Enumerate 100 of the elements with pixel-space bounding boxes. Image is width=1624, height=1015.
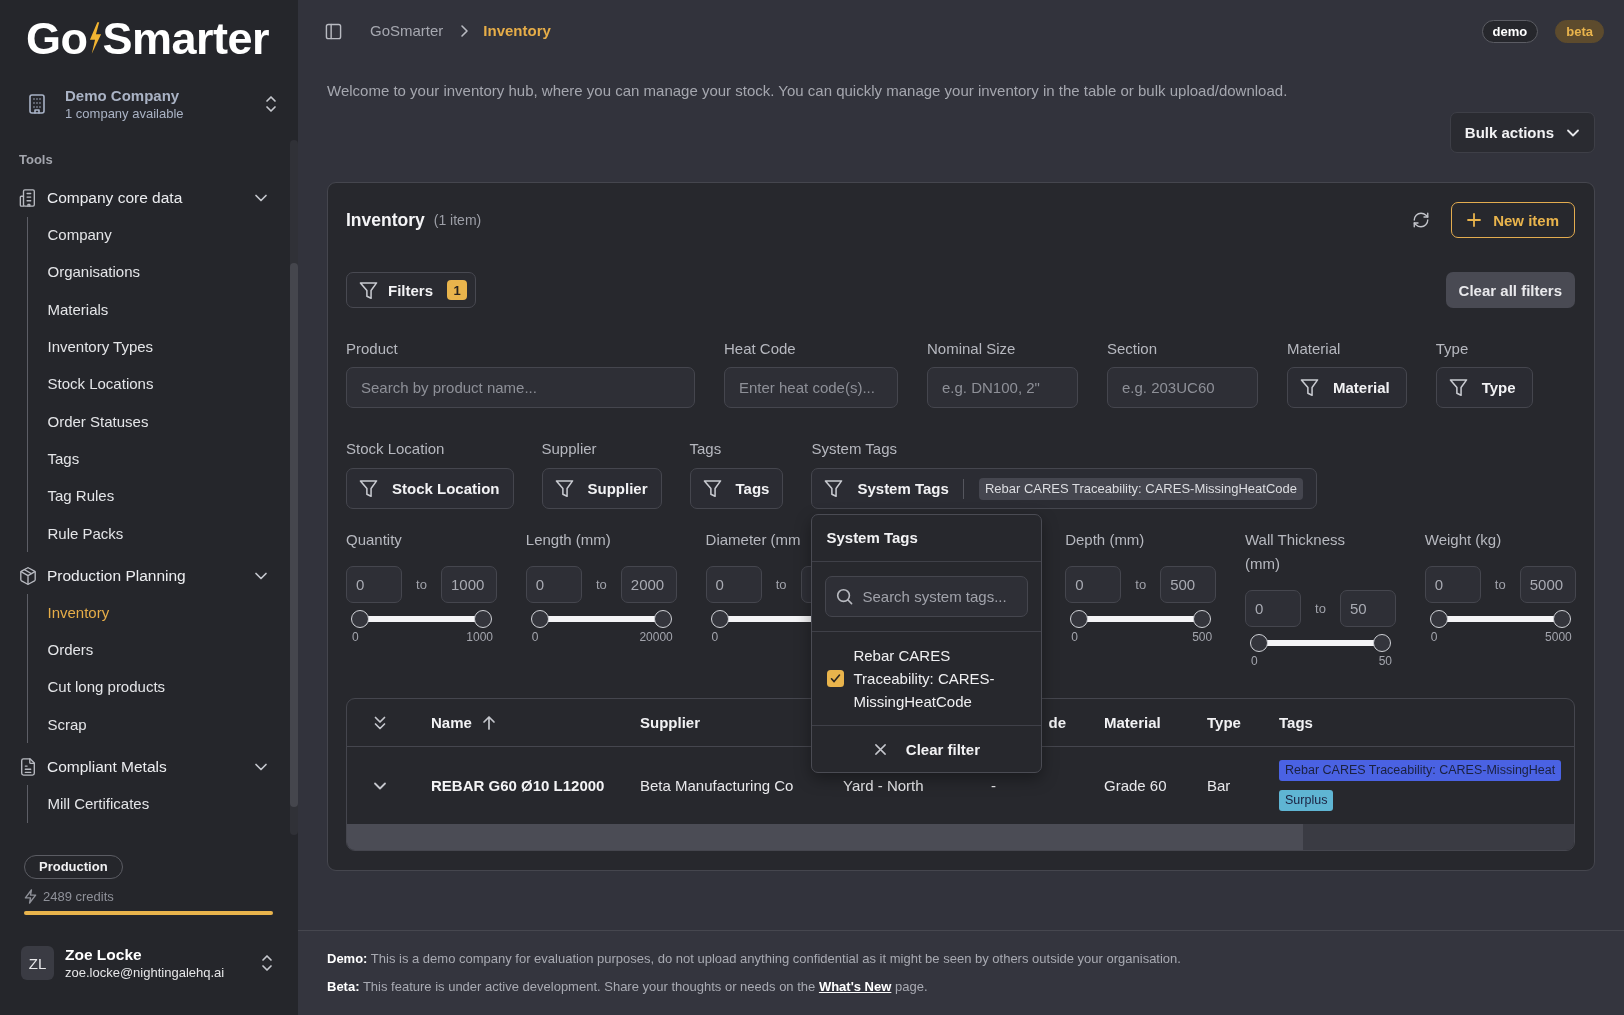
table-cell: REBAR G60 Ø10 L12000: [431, 777, 605, 794]
nav-item[interactable]: Cut long products: [47, 677, 166, 698]
text-field[interactable]: e.g. DN100, 2": [927, 367, 1078, 408]
slider-handle[interactable]: [710, 610, 729, 628]
range-max-field[interactable]: 5000: [1519, 566, 1576, 603]
slider-min-label: 0: [1251, 654, 1258, 668]
text-field[interactable]: Enter heat code(s)...: [724, 367, 898, 408]
clear-filter-button[interactable]: Clear filter: [812, 726, 1042, 772]
bulk-actions-button[interactable]: Bulk actions: [1449, 112, 1595, 153]
slider-handle[interactable]: [1070, 610, 1089, 628]
slider-handle[interactable]: [530, 610, 549, 628]
double-chevron-down-icon[interactable]: [373, 714, 387, 731]
filter-dropdown[interactable]: Stock Location: [346, 468, 514, 509]
nav-group-label[interactable]: Compliant Metals: [47, 756, 167, 777]
nav-item[interactable]: Order Statuses: [47, 411, 149, 432]
slider-handle[interactable]: [653, 610, 672, 628]
range-label: Wall Thickness (mm): [1245, 530, 1346, 574]
table-cell: Beta Manufacturing Co: [640, 777, 794, 794]
table-cell: Grade 60: [1104, 777, 1167, 794]
filter-label: Product: [346, 340, 398, 358]
filter-label: Stock Location: [346, 440, 445, 458]
range-separator: to: [1135, 577, 1147, 592]
nav-item[interactable]: Tag Rules: [47, 486, 115, 507]
horizontal-scrollbar[interactable]: [347, 824, 1574, 850]
chevrons-up-down-icon[interactable]: [261, 954, 273, 972]
nav-item[interactable]: Rule Packs: [47, 523, 124, 544]
range-max-field[interactable]: 50: [1340, 590, 1396, 627]
cube-icon: [19, 566, 37, 585]
slider-handle[interactable]: [474, 610, 492, 628]
new-item-button[interactable]: New item: [1451, 202, 1575, 238]
slider-handle[interactable]: [351, 610, 369, 628]
range-max-field[interactable]: 2000: [620, 566, 677, 603]
demo-notice: Demo: This is a demo company for evaluation purposes, do not upload anything confidential as it might be seen by others outside your organisation.: [327, 950, 1182, 968]
nav-item[interactable]: Orders: [47, 640, 94, 661]
nav-item[interactable]: Organisations: [47, 262, 141, 283]
range-min-field[interactable]: 0: [705, 566, 762, 603]
text-field[interactable]: Search by product name...: [346, 367, 695, 408]
breadcrumb[interactable]: GoSmarter: [370, 21, 444, 41]
item-count: (1 item): [433, 212, 482, 228]
range-max-field[interactable]: 500: [1160, 566, 1217, 603]
option-label[interactable]: Rebar CARES Traceability: CARES-MissingHeatCode: [853, 644, 1022, 713]
column-header[interactable]: de: [1048, 714, 1066, 731]
range-label: Length (mm): [525, 530, 611, 550]
column-header[interactable]: Supplier: [640, 714, 700, 731]
clear-all-filters-button[interactable]: Clear all filters: [1445, 272, 1575, 308]
nav-item[interactable]: Stock Locations: [47, 374, 154, 395]
company-name[interactable]: Demo Company: [65, 86, 180, 105]
document-icon: [19, 757, 37, 776]
filter-dropdown[interactable]: Material: [1287, 367, 1407, 408]
whats-new-link[interactable]: What's New: [818, 979, 892, 994]
column-header[interactable]: Type: [1207, 714, 1241, 731]
scrollbar[interactable]: [290, 140, 298, 835]
dropdown-title: System Tags: [812, 515, 1042, 562]
breadcrumb[interactable]: Inventory: [483, 21, 551, 41]
sidebar-toggle-icon[interactable]: [325, 22, 342, 40]
range-separator: to: [595, 577, 607, 592]
slider-handle[interactable]: [1429, 610, 1448, 628]
nav-item[interactable]: Company: [47, 225, 112, 246]
filter-count-badge: 1: [447, 280, 467, 300]
arrow-up-icon[interactable]: [481, 714, 496, 731]
checkbox[interactable]: [827, 670, 845, 687]
filters-button[interactable]: Filters 1: [346, 272, 476, 308]
range-min-field[interactable]: 0: [1245, 590, 1301, 627]
range-min-field[interactable]: 0: [346, 566, 402, 603]
refresh-icon[interactable]: [1412, 211, 1431, 229]
nav-group-label[interactable]: Company core data: [47, 188, 183, 208]
slider-max-label: 1000: [466, 630, 493, 644]
lightning-icon: [24, 888, 37, 904]
column-header[interactable]: Material: [1104, 714, 1161, 731]
nav-group-label[interactable]: Production Planning: [47, 565, 186, 586]
range-min-field[interactable]: 0: [525, 566, 582, 603]
filter-label: Nominal Size: [927, 340, 1016, 358]
tag-chip: Surplus: [1279, 790, 1334, 811]
slider-handle[interactable]: [1552, 610, 1571, 628]
filter-dropdown[interactable]: Type: [1435, 367, 1533, 408]
slider-handle[interactable]: [1193, 610, 1212, 628]
chevrons-up-down-icon[interactable]: [265, 95, 277, 113]
avatar-initials[interactable]: ZL: [21, 946, 54, 980]
user-name: Zoe Locke: [65, 945, 142, 964]
nav-item[interactable]: Mill Certificates: [47, 794, 150, 814]
range-label: Diameter (mm: [705, 530, 801, 550]
column-header[interactable]: Name: [431, 714, 472, 731]
nav-item[interactable]: Scrap: [47, 714, 87, 735]
filter-dropdown[interactable]: Tags: [689, 468, 784, 509]
filter-dropdown[interactable]: Supplier: [541, 468, 662, 509]
nav-item[interactable]: Materials: [47, 299, 109, 320]
text-field[interactable]: e.g. 203UC60: [1107, 367, 1258, 408]
range-min-field[interactable]: 0: [1424, 566, 1481, 603]
range-max-field[interactable]: 1000: [441, 566, 497, 603]
nav-item[interactable]: Inventory: [47, 602, 110, 623]
slider-handle[interactable]: [1373, 634, 1391, 652]
column-header[interactable]: Tags: [1279, 714, 1313, 731]
filter-dropdown[interactable]: System Tags Rebar CARES Traceability: CARES-MissingHeatCode: [811, 468, 1317, 509]
nav-item[interactable]: Tags: [47, 448, 80, 469]
filter-icon: [824, 479, 844, 498]
range-min-field[interactable]: 0: [1065, 566, 1122, 603]
slider-handle[interactable]: [1250, 634, 1268, 652]
nav-item[interactable]: Inventory Types: [47, 337, 154, 358]
search-field[interactable]: Search system tags...: [825, 576, 1029, 617]
filter-icon: [702, 479, 722, 498]
